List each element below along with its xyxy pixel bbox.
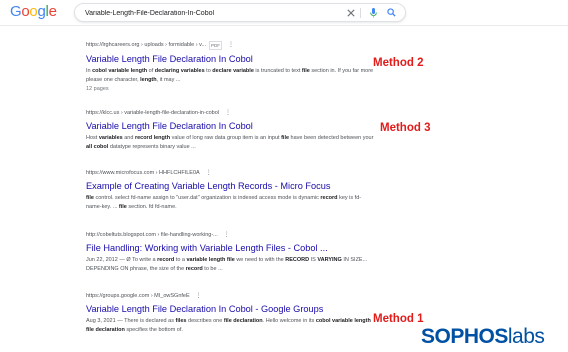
result-title[interactable]: Variable Length File Declaration In Cobo… xyxy=(86,53,376,65)
result-page-count: 12 pages xyxy=(86,86,109,92)
method-2-annotation: Method 2 xyxy=(373,57,424,69)
header-divider xyxy=(0,25,568,26)
method-3-annotation: Method 3 xyxy=(380,122,431,134)
result-snippet: Aug 3, 2021 — There is declared as files… xyxy=(86,318,371,333)
more-options-icon[interactable]: ⋮ xyxy=(196,293,202,300)
result-url-text: https://groups.google.com › MI_owSGnfeE xyxy=(86,293,190,299)
google-logo[interactable]: Google xyxy=(10,3,57,20)
result-snippet: In cobol variable length of declaring va… xyxy=(86,68,374,83)
more-options-icon[interactable]: ⋮ xyxy=(225,110,231,117)
brand-part-labs: labs xyxy=(507,325,545,348)
result-title[interactable]: File Handling: Working with Variable Len… xyxy=(86,242,376,254)
result-url[interactable]: http://cobeltuts.blogspot.com › file-han… xyxy=(86,232,376,239)
result-snippet: file control. select fd-name assign to "… xyxy=(86,195,362,210)
result-url-text: https://www.microfocus.com › HHFLCHFILE0… xyxy=(86,170,200,176)
logo-letter: e xyxy=(48,3,57,20)
result-url[interactable]: https://lrghcareers.org › uploads › form… xyxy=(86,41,376,50)
sophoslabs-logo: SOPHOSlabs xyxy=(421,325,545,349)
result-url[interactable]: https://groups.google.com › MI_owSGnfeE … xyxy=(86,293,376,300)
result-url[interactable]: https://www.microfocus.com › HHFLCHFILE0… xyxy=(86,170,376,177)
search-header: Google xyxy=(0,0,568,24)
brand-part-sophos: SOPHOS xyxy=(421,325,508,348)
result-snippet: Host variables and record length value o… xyxy=(86,135,374,150)
close-icon[interactable] xyxy=(344,6,357,19)
search-result: https://klcc.us › variable-length-file-d… xyxy=(86,110,376,151)
result-url-text: https://klcc.us › variable-length-file-d… xyxy=(86,110,219,116)
method-1-annotation: Method 1 xyxy=(373,313,424,325)
more-options-icon[interactable]: ⋮ xyxy=(224,232,230,239)
search-box xyxy=(74,3,406,22)
search-result: http://cobeltuts.blogspot.com › file-han… xyxy=(86,232,376,273)
result-url-text: http://cobeltuts.blogspot.com › file-han… xyxy=(86,232,218,238)
result-url[interactable]: https://klcc.us › variable-length-file-d… xyxy=(86,110,376,117)
logo-letter: g xyxy=(37,3,46,20)
result-title[interactable]: Example of Creating Variable Length Reco… xyxy=(86,180,376,192)
search-icon[interactable] xyxy=(385,6,398,19)
more-options-icon[interactable]: ⋮ xyxy=(206,170,212,177)
pdf-badge: PDF xyxy=(209,41,223,50)
search-input[interactable] xyxy=(85,7,335,19)
mic-icon[interactable] xyxy=(367,6,380,19)
result-snippet: Jun 22, 2012 — Ø To write a record to a … xyxy=(86,257,368,272)
more-options-icon[interactable]: ⋮ xyxy=(228,42,234,49)
logo-letter: G xyxy=(10,3,22,20)
search-result: https://www.microfocus.com › HHFLCHFILE0… xyxy=(86,170,376,211)
result-title[interactable]: Variable Length File Declaration In Cobo… xyxy=(86,303,376,315)
search-result: https://groups.google.com › MI_owSGnfeE … xyxy=(86,293,376,334)
result-title[interactable]: Variable Length File Declaration In Cobo… xyxy=(86,120,376,132)
search-result: https://lrghcareers.org › uploads › form… xyxy=(86,41,376,93)
search-divider xyxy=(360,8,361,18)
result-url-text: https://lrghcareers.org › uploads › form… xyxy=(86,42,207,48)
